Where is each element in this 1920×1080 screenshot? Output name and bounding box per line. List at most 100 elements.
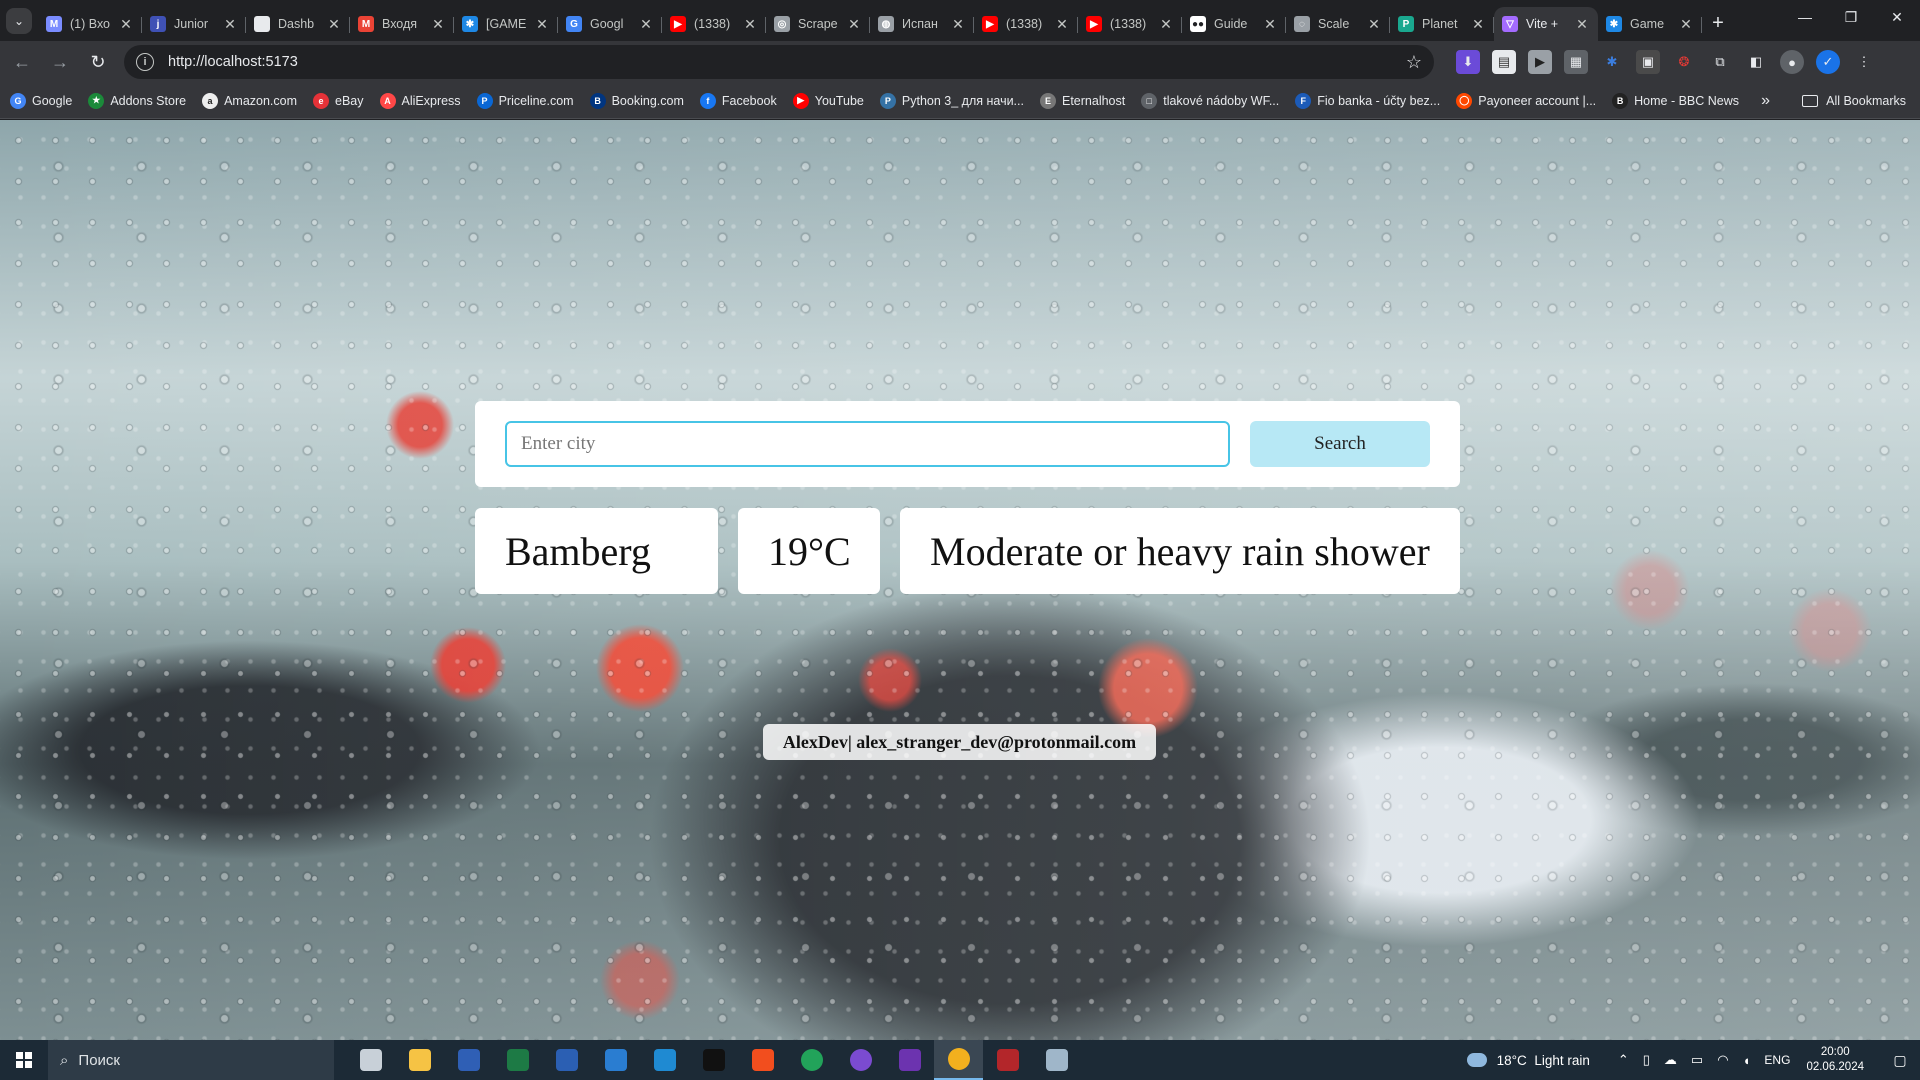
language-indicator[interactable]: ENG [1764,1053,1790,1067]
browser-tab[interactable]: ●● Guide ✕ [1182,7,1286,41]
bookmark-item[interactable]: a Amazon.com [202,92,297,109]
browser-tab[interactable]: M Входя ✕ [350,7,454,41]
address-bar[interactable]: i http://localhost:5173 ☆ [124,45,1434,79]
taskbar-app[interactable] [1032,1040,1081,1080]
browser-tab[interactable]: ◍ Испан ✕ [870,7,974,41]
tab-close-button[interactable]: ✕ [950,16,966,33]
site-info-icon[interactable]: i [136,53,154,71]
bookmark-item[interactable]: f Facebook [699,92,777,109]
browser-tab[interactable]: ▽ Vite + ✕ [1494,7,1598,41]
clock[interactable]: 20:00 02.06.2024 [1806,1045,1864,1075]
extension-grey-icon[interactable]: ▦ [1564,50,1588,74]
extension-purple-icon[interactable]: ⬇ [1456,50,1480,74]
browser-tab[interactable]: ✱ [GAME ✕ [454,7,558,41]
bookmark-item[interactable]: P Python 3_ для начи... [879,92,1024,109]
more-bookmarks-button[interactable]: » [1761,92,1770,110]
bookmark-item[interactable]: □ tlakové nádoby WF... [1141,92,1279,109]
volume-icon[interactable]: ◖ [1743,1053,1751,1068]
restore-button[interactable]: ❐ [1828,0,1874,34]
browser-tab[interactable]: ◌ Scale ✕ [1286,7,1390,41]
taskbar-app[interactable] [395,1040,444,1080]
bookmark-item[interactable]: E Eternalhost [1039,92,1125,109]
tab-close-button[interactable]: ✕ [638,16,654,33]
search-button[interactable]: Search [1250,421,1430,467]
tab-close-button[interactable]: ✕ [222,16,238,33]
forward-button[interactable]: → [44,46,76,78]
taskbar-search[interactable]: ⌕ Поиск [48,1040,334,1080]
taskbar-app[interactable] [591,1040,640,1080]
browser-tab[interactable]: ▶ (1338) ✕ [974,7,1078,41]
browser-tab[interactable]: ✱ Game ✕ [1598,7,1702,41]
taskbar-app[interactable] [885,1040,934,1080]
tab-close-button[interactable]: ✕ [1678,16,1694,33]
extension-blue-icon[interactable]: ✱ [1600,50,1624,74]
tab-close-button[interactable]: ✕ [534,16,550,33]
taskbar-weather[interactable]: 18°C Light rain [1466,1053,1590,1068]
extension-doc-icon[interactable]: ▤ [1492,50,1516,74]
tab-close-button[interactable]: ✕ [846,16,862,33]
taskbar-app[interactable] [836,1040,885,1080]
bookmark-item[interactable]: e eBay [313,92,364,109]
tab-close-button[interactable]: ✕ [1574,16,1590,33]
bookmark-item[interactable]: A AliExpress [379,92,461,109]
taskbar-app[interactable] [738,1040,787,1080]
all-bookmarks-button[interactable]: All Bookmarks [1802,94,1906,108]
browser-tab[interactable]: P Planet ✕ [1390,7,1494,41]
browser-tab[interactable]: ◎ Scrape ✕ [766,7,870,41]
wifi-icon[interactable]: ◠ [1717,1052,1728,1068]
tab-close-button[interactable]: ✕ [1366,16,1382,33]
extensions-puzzle-icon[interactable]: ⧉ [1708,50,1732,74]
tab-close-button[interactable]: ✕ [1158,16,1174,33]
browser-tab[interactable]: ▶ (1338) ✕ [662,7,766,41]
battery-icon[interactable]: ▭ [1691,1052,1703,1068]
tab-close-button[interactable]: ✕ [742,16,758,33]
tab-close-button[interactable]: ✕ [1054,16,1070,33]
profile-check-icon[interactable]: ✓ [1816,50,1840,74]
browser-tab[interactable]: ▶ (1338) ✕ [1078,7,1182,41]
city-search-input[interactable] [505,421,1230,467]
profile-avatar[interactable]: ● [1780,50,1804,74]
notifications-icon[interactable]: ▢ [1880,1052,1920,1069]
onedrive-icon[interactable]: ☁ [1664,1052,1677,1068]
tab-close-button[interactable]: ✕ [118,16,134,33]
tab-close-button[interactable]: ✕ [326,16,342,33]
bookmark-item[interactable]: B Home - BBC News [1612,92,1739,109]
tray-overflow-icon[interactable]: ⌃ [1618,1052,1629,1068]
browser-tab[interactable]: j Junior ✕ [142,7,246,41]
close-window-button[interactable]: ✕ [1874,0,1920,34]
tab-close-button[interactable]: ✕ [1262,16,1278,33]
tab-search-button[interactable]: ⌄ [6,8,32,34]
taskbar-app[interactable] [983,1040,1032,1080]
browser-tab[interactable]: M (1) Вхо ✕ [38,7,142,41]
bookmark-item[interactable]: B Booking.com [589,92,684,109]
taskbar-app[interactable] [346,1040,395,1080]
browser-tab[interactable]: Dashb ✕ [246,7,350,41]
taskbar-app[interactable] [640,1040,689,1080]
taskbar-app[interactable] [689,1040,738,1080]
taskbar-app[interactable] [444,1040,493,1080]
bookmark-item[interactable]: P Priceline.com [476,92,574,109]
taskbar-app[interactable] [787,1040,836,1080]
taskbar-app[interactable] [493,1040,542,1080]
bookmark-star-icon[interactable]: ☆ [1406,52,1422,73]
back-button[interactable]: ← [6,46,38,78]
tab-close-button[interactable]: ✕ [1470,16,1486,33]
bookmark-item[interactable]: G Google [10,92,72,109]
extension-red-icon[interactable]: ❂ [1672,50,1696,74]
bookmark-item[interactable]: ◯ Payoneer account |... [1456,92,1596,109]
browser-tab[interactable]: G Googl ✕ [558,7,662,41]
tray-device-icon[interactable]: ▯ [1643,1052,1650,1068]
new-tab-button[interactable]: + [1702,7,1734,39]
extension-video-icon[interactable]: ▶ [1528,50,1552,74]
side-panel-icon[interactable]: ◧ [1744,50,1768,74]
tab-close-button[interactable]: ✕ [430,16,446,33]
kebab-menu-icon[interactable]: ⋮ [1852,50,1876,74]
bookmark-item[interactable]: ▶ YouTube [792,92,864,109]
extension-dark-icon[interactable]: ▣ [1636,50,1660,74]
taskbar-app[interactable] [934,1040,983,1080]
start-button[interactable] [0,1040,48,1080]
bookmark-item[interactable]: ★ Addons Store [88,92,186,109]
minimize-button[interactable]: — [1782,0,1828,34]
address-url[interactable]: http://localhost:5173 [168,54,1406,70]
taskbar-app[interactable] [542,1040,591,1080]
